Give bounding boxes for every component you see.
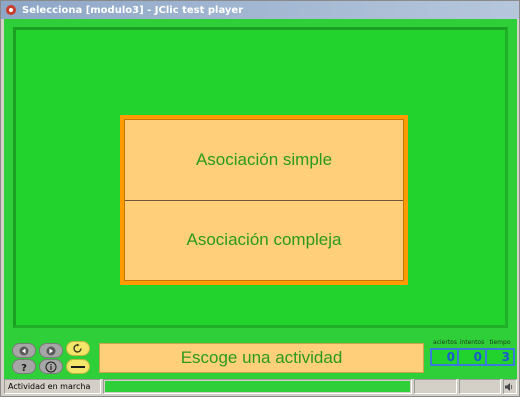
status-segment-3 — [413, 379, 458, 394]
reload-button[interactable] — [66, 341, 90, 356]
activity-stage: Asociación simple Asociación compleja — [4, 19, 517, 337]
counter-value-intentos: 0 — [457, 348, 487, 366]
jclic-button[interactable] — [66, 359, 90, 374]
help-button[interactable]: ? — [12, 359, 36, 374]
control-panel: ? Escoge una actividad aciertos 0 intent… — [4, 337, 517, 379]
svg-text:?: ? — [21, 363, 27, 373]
progress-fill — [105, 381, 410, 392]
info-icon — [45, 361, 57, 372]
speaker-icon[interactable] — [504, 382, 514, 392]
window-title: Selecciona [modulo3] - JClic test player — [22, 4, 244, 16]
next-button[interactable] — [39, 343, 63, 358]
arrow-right-icon — [46, 346, 56, 355]
arrow-left-icon — [19, 346, 29, 355]
status-segment-sound — [503, 379, 517, 394]
app-window: Selecciona [modulo3] - JClic test player… — [0, 0, 520, 397]
counter-value-tiempo: 3 — [485, 348, 515, 366]
activity-menu: Asociación simple Asociación compleja — [120, 115, 408, 285]
status-segment-4 — [459, 379, 501, 394]
reload-icon — [73, 343, 82, 353]
message-box: Escoge una actividad — [99, 343, 424, 373]
counter-label-tiempo: tiempo — [489, 339, 511, 346]
counter-tiempo: tiempo 3 — [484, 339, 516, 366]
jclic-app-icon — [6, 5, 16, 15]
menu-item-asociacion-compleja[interactable]: Asociación compleja — [125, 199, 403, 281]
activity-menu-grid: Asociación simple Asociación compleja — [124, 119, 404, 281]
jclic-logo-icon — [69, 363, 87, 370]
status-text: Actividad en marcha — [4, 379, 102, 394]
help-icon: ? — [21, 363, 27, 373]
menu-item-asociacion-simple[interactable]: Asociación simple — [125, 120, 403, 200]
title-bar[interactable]: Selecciona [modulo3] - JClic test player — [1, 1, 519, 19]
info-button[interactable] — [39, 359, 63, 374]
status-bar: Actividad en marcha — [4, 379, 517, 394]
progress-bar — [103, 379, 412, 394]
prev-button[interactable] — [12, 343, 36, 358]
